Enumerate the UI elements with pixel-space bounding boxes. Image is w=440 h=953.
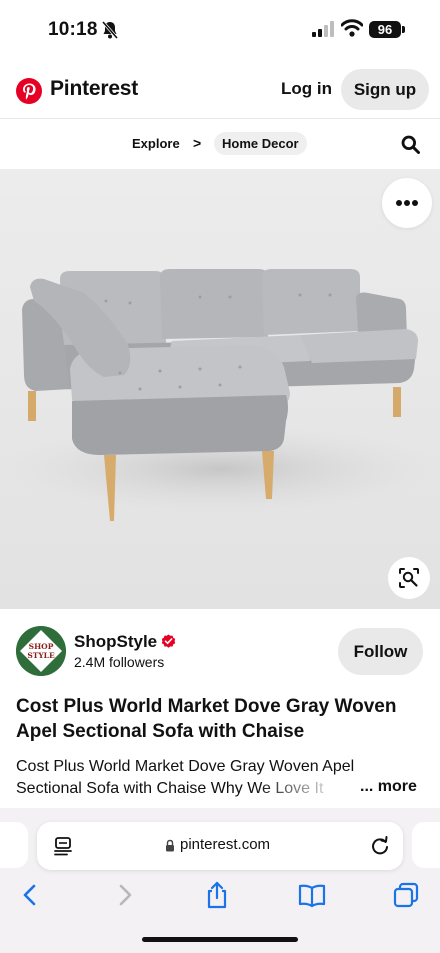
share-icon[interactable] bbox=[202, 880, 232, 910]
creator-avatar[interactable]: SHOP STYLE bbox=[16, 626, 66, 676]
silent-bell-icon bbox=[101, 21, 119, 39]
forward-icon[interactable] bbox=[110, 880, 140, 910]
verified-badge-icon bbox=[161, 634, 176, 648]
lock-icon bbox=[166, 839, 174, 852]
battery-indicator: 96 bbox=[369, 21, 401, 38]
previous-tab-peek[interactable] bbox=[0, 822, 28, 868]
svg-text:STYLE: STYLE bbox=[27, 651, 55, 660]
dot bbox=[412, 200, 418, 206]
lens-icon bbox=[399, 568, 419, 588]
search-icon[interactable] bbox=[401, 135, 420, 154]
page-menu-icon[interactable] bbox=[54, 836, 72, 856]
app-header: Pinterest Log in Sign up bbox=[0, 62, 440, 118]
dot bbox=[404, 200, 410, 206]
address-bar[interactable]: pinterest.com bbox=[37, 822, 403, 870]
pin-image[interactable] bbox=[0, 169, 440, 609]
visual-search-button[interactable] bbox=[388, 557, 430, 599]
dot bbox=[396, 200, 402, 206]
back-icon[interactable] bbox=[15, 880, 45, 910]
description-fade bbox=[258, 776, 358, 798]
more-options-button[interactable] bbox=[382, 178, 432, 228]
home-indicator[interactable] bbox=[142, 937, 298, 942]
follow-button[interactable]: Follow bbox=[338, 628, 423, 675]
sofa-illustration bbox=[0, 169, 440, 609]
status-bar: 10:18 96 bbox=[0, 0, 440, 60]
cellular-signal-icon bbox=[312, 21, 334, 37]
svg-text:SHOP: SHOP bbox=[29, 642, 54, 651]
breadcrumb: Explore > Home Decor bbox=[0, 119, 440, 169]
wifi-icon bbox=[341, 19, 363, 37]
url-text[interactable]: pinterest.com bbox=[180, 836, 270, 853]
creator-name[interactable]: ShopStyle bbox=[74, 632, 157, 652]
pinterest-logo-icon[interactable] bbox=[16, 78, 42, 104]
status-time: 10:18 bbox=[48, 19, 98, 40]
signup-button[interactable]: Sign up bbox=[341, 69, 429, 110]
follower-count: 2.4M followers bbox=[74, 654, 165, 670]
pin-title: Cost Plus World Market Dove Gray Woven A… bbox=[16, 696, 397, 742]
brand-wordmark[interactable]: Pinterest bbox=[50, 77, 138, 101]
breadcrumb-home-decor[interactable]: Home Decor bbox=[214, 132, 307, 155]
battery-tip bbox=[402, 26, 405, 33]
bookmarks-icon[interactable] bbox=[297, 880, 327, 910]
breadcrumb-explore[interactable]: Explore bbox=[132, 136, 180, 151]
more-link[interactable]: ... more bbox=[360, 778, 417, 796]
login-button[interactable]: Log in bbox=[281, 79, 332, 99]
next-tab-peek[interactable] bbox=[412, 822, 440, 868]
shopstyle-logo: SHOP STYLE bbox=[16, 626, 66, 676]
breadcrumb-separator: > bbox=[193, 135, 202, 151]
reload-icon[interactable] bbox=[370, 836, 390, 856]
tabs-icon[interactable] bbox=[391, 880, 421, 910]
